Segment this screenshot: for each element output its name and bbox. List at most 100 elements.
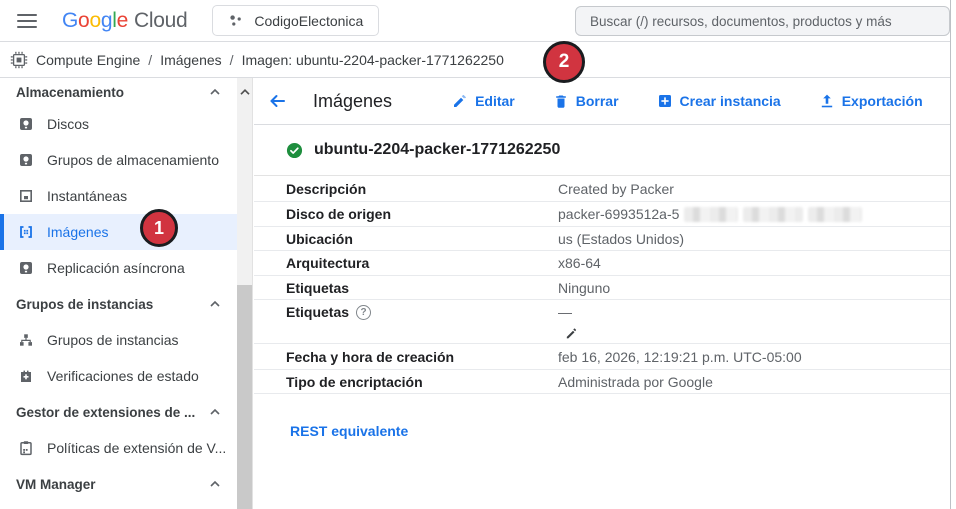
- edit-button[interactable]: Editar: [452, 93, 515, 109]
- detail-label: Fecha y hora de creación: [286, 348, 455, 365]
- back-button[interactable]: [268, 92, 287, 110]
- sidebar-item-verificaciones[interactable]: Verificaciones de estado: [0, 358, 237, 394]
- sidebar-item-discos[interactable]: Discos: [0, 106, 237, 142]
- sidebar-section-grupos-instancias[interactable]: Grupos de instancias: [0, 286, 237, 322]
- detail-row-etiquetas-labels: Etiquetas ? —: [254, 300, 950, 324]
- button-label: Exportación: [841, 93, 923, 109]
- redacted-text: [808, 206, 863, 222]
- project-selector-button[interactable]: CodigoElectonica: [212, 5, 380, 36]
- sidebar-item-label: Grupos de almacenamiento: [47, 152, 219, 168]
- breadcrumb-product[interactable]: Compute Engine: [36, 52, 140, 68]
- logo-cloud-text: Cloud: [133, 8, 188, 32]
- detail-value: feb 16, 2026, 12:19:21 p.m. UTC-05:00: [558, 348, 802, 365]
- detail-value: —: [558, 304, 572, 320]
- selected-indicator: [0, 214, 4, 250]
- logo-letter: o: [78, 8, 90, 32]
- main-content: Imágenes Editar Borrar Crear instancia E…: [254, 78, 950, 509]
- detail-label: Ubicación: [286, 230, 353, 247]
- sidebar-item-label: Discos: [47, 116, 90, 132]
- export-icon: [821, 94, 832, 108]
- sidebar-item-politicas-extension[interactable]: Políticas de extensión de V...: [0, 430, 237, 466]
- detail-row-descripcion: Descripción Created by Packer: [254, 176, 950, 202]
- sidebar-item-imagenes[interactable]: Imágenes: [0, 214, 237, 250]
- sidebar-item-label: Grupos de instancias: [47, 332, 179, 348]
- rest-equivalent-link[interactable]: REST equivalente: [290, 423, 408, 439]
- sidebar-item-grupos-almacenamiento[interactable]: Grupos de almacenamiento: [0, 142, 237, 178]
- logo-letter: g: [100, 8, 113, 32]
- logo-letter: o: [89, 8, 101, 32]
- detail-label: Tipo de encriptación: [286, 373, 423, 390]
- disk-icon: [18, 116, 34, 132]
- export-button[interactable]: Exportación: [819, 93, 923, 109]
- detail-row-etiquetas: Etiquetas Ninguno: [254, 276, 950, 300]
- pencil-icon: [454, 94, 467, 107]
- search-bar: [575, 6, 950, 36]
- detail-value: x86-64: [558, 255, 601, 271]
- detail-row-disco-origen: Disco de origen packer-6993512a-5: [254, 202, 950, 227]
- image-name: ubuntu-2204-packer-1771262250: [314, 141, 561, 158]
- section-label: VM Manager: [16, 476, 96, 492]
- detail-header: Imágenes Editar Borrar Crear instancia E…: [254, 78, 950, 125]
- sidebar-scrollbar[interactable]: [237, 78, 253, 509]
- scroll-up-icon[interactable]: [239, 83, 251, 101]
- search-input[interactable]: [575, 6, 950, 36]
- breadcrumb: Compute Engine / Imágenes / Imagen: ubun…: [0, 42, 950, 78]
- sidebar-item-label: Instantáneas: [47, 188, 128, 204]
- section-label: Almacenamiento: [16, 84, 125, 100]
- detail-value: Created by Packer: [558, 180, 674, 197]
- button-label: Borrar: [575, 93, 619, 109]
- button-label: Editar: [475, 93, 515, 109]
- disk-icon: [18, 260, 34, 276]
- detail-value: Administrada por Google: [558, 373, 713, 390]
- sidebar-item-grupos-instancias[interactable]: Grupos de instancias: [0, 322, 237, 358]
- sidebar-item-label: Replicación asíncrona: [47, 260, 185, 276]
- check-circle-icon: [286, 142, 303, 158]
- detail-row-arquitectura: Arquitectura x86-64: [254, 251, 950, 276]
- google-cloud-logo[interactable]: Google Cloud: [62, 8, 188, 33]
- detail-value-text: packer-6993512a-5: [558, 206, 680, 222]
- chevron-up-icon: [210, 300, 220, 307]
- snapshot-icon: [18, 188, 34, 204]
- logo-letter: G: [62, 8, 79, 32]
- breadcrumb-section[interactable]: Imágenes: [160, 52, 221, 68]
- sidebar-item-label: Verificaciones de estado: [47, 368, 199, 384]
- sidebar-item-instantaneas[interactable]: Instantáneas: [0, 178, 237, 214]
- detail-label: Descripción: [286, 180, 367, 197]
- project-name: CodigoElectonica: [254, 12, 364, 29]
- sidebar-nav: Almacenamiento Discos Grupos de almacena…: [0, 78, 237, 509]
- detail-row-ubicacion: Ubicación us (Estados Unidos): [254, 227, 950, 251]
- logo-letter: e: [116, 8, 129, 32]
- detail-label-text: Etiquetas: [286, 304, 350, 320]
- detail-value: packer-6993512a-5: [558, 206, 863, 222]
- chevron-up-icon: [210, 88, 220, 95]
- chevron-up-icon: [210, 408, 220, 415]
- breadcrumb-separator: /: [229, 51, 234, 68]
- window-edge: [950, 0, 951, 509]
- health-check-icon: [18, 368, 34, 384]
- breadcrumb-page: Imagen: ubuntu-2204-packer-1771262250: [241, 51, 504, 68]
- scrollbar-thumb[interactable]: [237, 285, 252, 509]
- chevron-up-icon: [210, 480, 220, 487]
- detail-value: Ninguno: [558, 279, 611, 296]
- detail-row-tipo-encriptacion: Tipo de encriptación Administrada por Go…: [254, 370, 950, 394]
- sidebar-section-almacenamiento[interactable]: Almacenamiento: [0, 78, 237, 106]
- delete-button[interactable]: Borrar: [553, 93, 619, 109]
- breadcrumb-separator: /: [148, 51, 153, 68]
- sidebar-item-replicacion[interactable]: Replicación asíncrona: [0, 250, 237, 286]
- sidebar-section-vm-manager[interactable]: VM Manager: [0, 466, 237, 502]
- help-icon[interactable]: ?: [356, 304, 372, 320]
- instance-groups-icon: [18, 332, 34, 348]
- annotation-badge-1: 1: [140, 209, 178, 247]
- annotation-badge-2: 2: [543, 41, 585, 83]
- detail-label: Etiquetas: [286, 279, 350, 296]
- create-instance-icon: [658, 95, 671, 107]
- sidebar-section-gestor-extensiones[interactable]: Gestor de extensiones de ...: [0, 394, 237, 430]
- detail-label: Arquitectura: [286, 255, 370, 271]
- menu-icon[interactable]: [17, 13, 37, 28]
- edit-pencil-icon[interactable]: [564, 326, 579, 341]
- section-label: Grupos de instancias: [16, 296, 154, 312]
- disk-icon: [18, 152, 34, 168]
- create-instance-button[interactable]: Crear instancia: [657, 93, 781, 109]
- button-label: Crear instancia: [679, 93, 781, 109]
- redacted-text: [743, 206, 804, 222]
